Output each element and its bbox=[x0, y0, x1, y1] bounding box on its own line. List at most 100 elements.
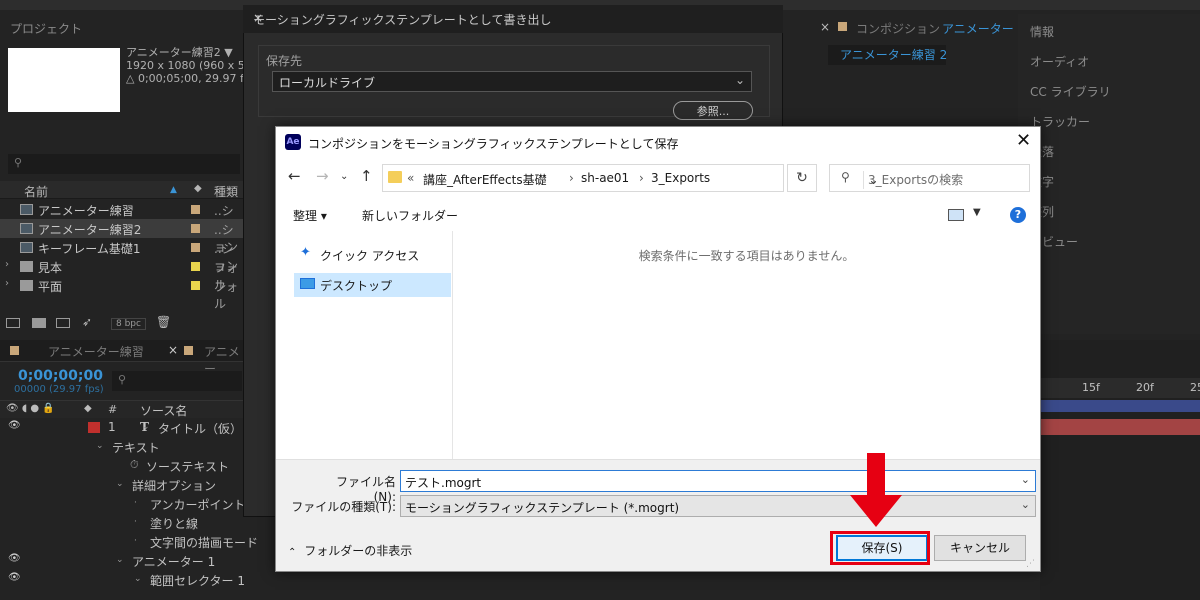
expand-arrow-icon[interactable]: ⌄ bbox=[134, 574, 142, 584]
visibility-eye-icon[interactable]: 👁 bbox=[8, 420, 21, 431]
current-timecode[interactable]: 0;00;00;00 bbox=[18, 368, 103, 384]
timeline-row[interactable]: 👁 ⌄ 範囲セレクター 1 bbox=[0, 570, 245, 589]
visibility-eye-icon[interactable]: 👁 bbox=[8, 572, 21, 583]
label-color-chip[interactable] bbox=[191, 262, 200, 271]
timeline-row[interactable]: · アンカーポイントの bbox=[0, 494, 258, 513]
close-icon[interactable]: × bbox=[820, 20, 830, 34]
new-folder-icon[interactable] bbox=[32, 318, 46, 328]
project-search-input[interactable]: ⚲ bbox=[8, 154, 240, 174]
item-type: フォル bbox=[214, 280, 239, 311]
comp-breadcrumb[interactable]: アニメーター練習 2 bbox=[840, 46, 947, 63]
property-label: アンカーポイントの bbox=[150, 498, 258, 512]
hide-folders-toggle[interactable]: ⌃ フォルダーの非表示 bbox=[288, 542, 412, 559]
timeline-row[interactable]: · 文字間の描画モード bbox=[0, 532, 258, 551]
expand-arrow-icon[interactable]: ⌄ bbox=[116, 479, 124, 489]
recent-locations-icon[interactable]: ⌄ bbox=[340, 171, 348, 182]
layer-duration-bar[interactable] bbox=[1040, 419, 1200, 435]
composition-icon bbox=[20, 242, 33, 253]
tab-comp-1[interactable]: アニメーター練習 bbox=[48, 343, 144, 360]
timeline-row[interactable]: ⏱ ソーステキスト bbox=[0, 456, 243, 475]
visibility-eye-icon[interactable]: 👁 bbox=[8, 553, 21, 564]
project-item[interactable]: › 平面 フォル bbox=[0, 276, 243, 311]
nav-quick-access[interactable]: ✦ クイック アクセス bbox=[294, 243, 451, 267]
new-comp-icon[interactable] bbox=[56, 318, 70, 328]
new-folder-button[interactable]: 新しいフォルダー bbox=[362, 207, 458, 224]
work-area-bar[interactable] bbox=[1040, 400, 1200, 412]
filetype-select[interactable]: モーショングラフィックステンプレート (*.mogrt) ⌄ bbox=[400, 495, 1036, 517]
panel-item[interactable]: オーディオ bbox=[1030, 53, 1089, 70]
chevron-down-icon[interactable]: ⌄ bbox=[1021, 473, 1030, 486]
label-color-chip[interactable] bbox=[191, 205, 200, 214]
expand-arrow-icon[interactable]: · bbox=[134, 517, 137, 527]
expand-arrow-icon[interactable]: · bbox=[134, 498, 137, 508]
nav-desktop[interactable]: デスクトップ bbox=[294, 273, 451, 297]
tab-composition[interactable]: コンポジション bbox=[856, 20, 940, 37]
up-arrow-icon[interactable]: ↑ bbox=[360, 167, 373, 185]
forward-arrow-icon[interactable]: → bbox=[316, 167, 329, 185]
folder-search-input[interactable]: ⚲ 3_Exportsの検索 bbox=[829, 164, 1030, 192]
timeline-row[interactable]: 👁 ⌄ アニメーター 1 bbox=[0, 551, 243, 570]
breadcrumb-sh-ae01[interactable]: sh-ae01 bbox=[581, 171, 629, 185]
destination-select[interactable]: ローカルドライブ ⌄ bbox=[272, 71, 752, 92]
timeline-row[interactable]: 👁 1 T ⌄ タイトル（仮） bbox=[0, 418, 243, 437]
expand-arrow-icon[interactable]: ⌄ bbox=[96, 441, 104, 451]
breadcrumb-course[interactable]: 講座_AfterEffects基礎 bbox=[423, 171, 547, 188]
panel-item[interactable]: CC ライブラリ bbox=[1030, 83, 1111, 100]
panel-item[interactable]: 情報 bbox=[1030, 23, 1054, 40]
expand-arrow-icon[interactable]: › bbox=[5, 278, 9, 289]
close-icon[interactable]: × bbox=[168, 343, 178, 357]
bpc-toggle[interactable]: 8 bpc bbox=[111, 318, 146, 330]
item-name: アニメーター練習2 bbox=[38, 223, 142, 237]
project-item[interactable]: › 見本 フォル bbox=[0, 257, 243, 292]
navigation-bar: ← → ⌄ ↑ « 講座_AfterEffects基礎 › sh-ae01 › … bbox=[276, 157, 1040, 197]
timeline-row[interactable]: ⌄ 詳細オプション bbox=[0, 475, 243, 494]
timeline-row[interactable]: ⌄ テキスト bbox=[0, 437, 243, 456]
search-icon: ⚲ bbox=[118, 373, 127, 386]
comp-tab-name[interactable]: アニメーター bbox=[942, 20, 1014, 37]
project-item[interactable]: アニメーター練習..ション bbox=[0, 200, 243, 235]
flowchart-icon[interactable]: ➶ bbox=[82, 315, 92, 329]
close-icon[interactable]: ✕ bbox=[1016, 130, 1031, 151]
help-icon[interactable]: ? bbox=[1010, 207, 1026, 223]
column-name[interactable]: 名前 bbox=[24, 183, 48, 200]
refresh-icon[interactable]: ↻ bbox=[787, 164, 817, 192]
organize-button[interactable]: 整理 ▾ bbox=[293, 207, 327, 224]
trash-icon[interactable]: 🗑 bbox=[156, 315, 171, 329]
project-item[interactable]: アニメーター練習2 ..ション bbox=[0, 219, 243, 254]
breadcrumb-exports[interactable]: 3_Exports bbox=[651, 171, 710, 185]
label-color-chip[interactable] bbox=[191, 281, 200, 290]
comp-name[interactable]: アニメーター練習2 ▼ bbox=[126, 46, 233, 59]
expand-arrow-icon[interactable]: › bbox=[5, 259, 9, 270]
project-item[interactable]: キーフレーム基礎1 ..ション bbox=[0, 238, 243, 273]
timeline-row[interactable]: · 塗りと線 bbox=[0, 513, 243, 532]
chevron-down-icon: ⌄ bbox=[734, 73, 745, 87]
expand-arrow-icon[interactable]: ⌄ bbox=[142, 422, 150, 432]
stopwatch-icon[interactable]: ⏱ bbox=[130, 458, 139, 472]
browse-button[interactable]: 参照... bbox=[673, 101, 753, 120]
cancel-button[interactable]: キャンセル bbox=[934, 535, 1026, 561]
breadcrumb-overflow[interactable]: « bbox=[407, 171, 414, 185]
chevron-up-icon: ⌃ bbox=[288, 547, 297, 558]
property-label: 塗りと線 bbox=[150, 517, 199, 531]
interpret-footage-icon[interactable] bbox=[6, 318, 20, 328]
timeline-search-input[interactable]: ⚲ bbox=[112, 371, 242, 391]
label-color-chip[interactable] bbox=[88, 422, 100, 433]
label-color-chip[interactable] bbox=[191, 243, 200, 252]
expand-arrow-icon[interactable]: · bbox=[134, 536, 137, 546]
close-icon[interactable]: × bbox=[253, 11, 263, 25]
column-type[interactable]: 種類 bbox=[214, 183, 238, 200]
chevron-down-icon[interactable]: ▼ bbox=[973, 207, 981, 218]
item-name: アニメーター練習 bbox=[38, 204, 134, 218]
back-arrow-icon[interactable]: ← bbox=[288, 167, 301, 185]
label-color-chip[interactable] bbox=[191, 224, 200, 233]
source-name-header[interactable]: ソース名 bbox=[140, 402, 187, 419]
search-icon: ⚲ bbox=[841, 170, 850, 184]
sort-arrow-icon: ▲ bbox=[170, 185, 177, 195]
view-options-icon[interactable] bbox=[948, 209, 964, 221]
filename-input[interactable]: テスト.mogrt ⌄ bbox=[400, 470, 1036, 492]
label-icon: ◆ bbox=[84, 403, 92, 414]
expand-arrow-icon[interactable]: ⌄ bbox=[116, 555, 124, 565]
time-ruler[interactable]: 15f 20f 25 bbox=[1040, 378, 1200, 398]
address-bar[interactable]: « 講座_AfterEffects基礎 › sh-ae01 › 3_Export… bbox=[382, 164, 879, 192]
resize-grip-icon[interactable]: ⋰ bbox=[1026, 559, 1035, 569]
